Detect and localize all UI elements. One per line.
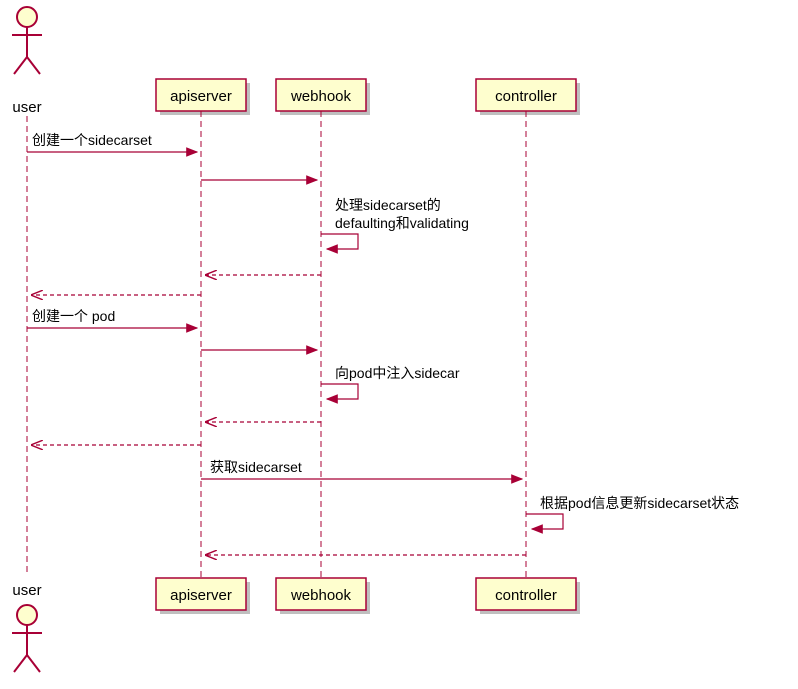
participant-apiserver-bottom: apiserver [156, 578, 250, 614]
participant-webhook-bottom: webhook [276, 578, 370, 614]
participant-webhook-label-bottom: webhook [290, 587, 352, 604]
msg-webhook-self-2 [321, 384, 358, 399]
participant-controller-top: controller [476, 79, 580, 115]
participant-controller-bottom: controller [476, 578, 580, 614]
participant-webhook-top: webhook [276, 79, 370, 115]
participant-webhook-label-top: webhook [290, 88, 352, 105]
msg-create-pod-label: 创建一个 pod [32, 308, 115, 324]
msg-get-sidecarset-label: 获取sidecarset [210, 459, 302, 475]
msg-create-sidecarset-label: 创建一个sidecarset [32, 132, 152, 148]
msg-process-sidecarset-label-1: 处理sidecarset的 [335, 197, 441, 213]
actor-user-bottom: user [12, 582, 42, 672]
sequence-diagram: user apiserver webhook controller 创建一个si… [0, 0, 798, 689]
actor-user-label-top: user [12, 99, 41, 116]
participant-apiserver-label-top: apiserver [170, 88, 232, 105]
msg-update-status-label: 根据pod信息更新sidecarset状态 [540, 495, 739, 511]
participant-apiserver-top: apiserver [156, 79, 250, 115]
msg-inject-sidecar-label: 向pod中注入sidecar [335, 365, 460, 381]
actor-user-label-bottom: user [12, 582, 41, 599]
participant-apiserver-label-bottom: apiserver [170, 587, 232, 604]
participant-controller-label-bottom: controller [495, 587, 557, 604]
msg-controller-self [526, 514, 563, 529]
msg-process-sidecarset-label-2: defaulting和validating [335, 215, 469, 231]
participant-controller-label-top: controller [495, 88, 557, 105]
msg-webhook-self-1 [321, 234, 358, 249]
actor-user-top: user [12, 7, 42, 116]
